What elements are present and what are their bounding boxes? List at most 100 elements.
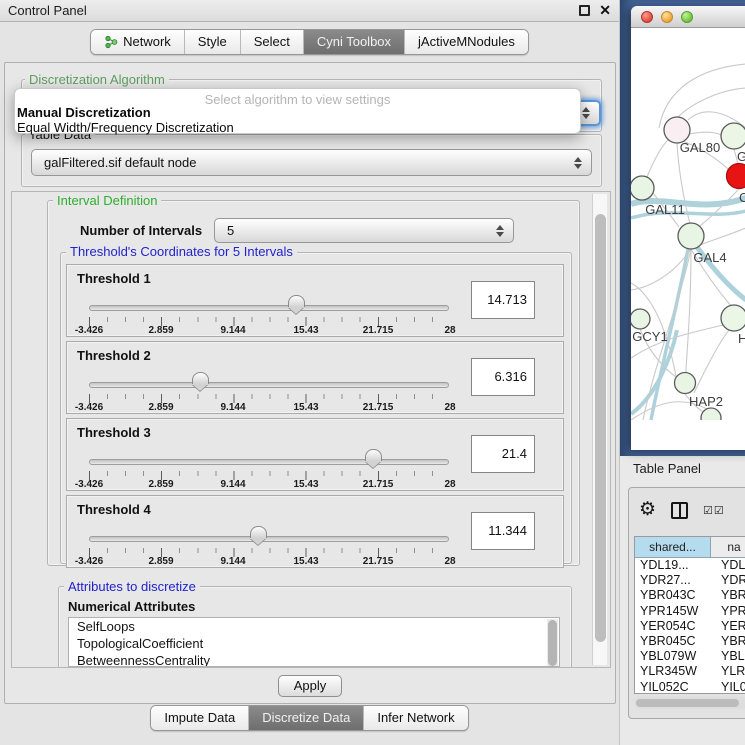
- tick-label: 15.43: [293, 325, 318, 336]
- tab-impute-data[interactable]: Impute Data: [151, 706, 249, 730]
- slider-thumb[interactable]: [288, 295, 305, 307]
- cyni-content-panel: Discretization Algorithm Select algorith…: [4, 62, 616, 704]
- tab-network[interactable]: Network: [91, 30, 185, 54]
- number-of-intervals-value: 5: [227, 223, 234, 238]
- tab-select-label: Select: [254, 34, 290, 49]
- scrollbar-thumb[interactable]: [595, 214, 606, 642]
- tab-jactivemnodules-label: jActiveMNodules: [418, 34, 515, 49]
- table-row[interactable]: YBL079W YBL0: [635, 649, 745, 664]
- cell-name: YIL0: [711, 680, 745, 695]
- mac-close-button-icon[interactable]: [641, 11, 653, 23]
- cell-shared-name: YDR27...: [635, 573, 711, 588]
- slider-thumb[interactable]: [250, 526, 267, 538]
- control-panel-titlebar: Control Panel ✕: [0, 0, 619, 22]
- column-header-name[interactable]: na: [711, 537, 745, 557]
- slider-thumb[interactable]: [192, 372, 209, 384]
- network-icon: [104, 35, 118, 49]
- table-row[interactable]: YDR27... YDR2: [635, 573, 745, 588]
- tick-label: -3.426: [75, 402, 103, 413]
- tick-label: 28: [444, 556, 455, 567]
- number-of-intervals-combobox[interactable]: 5: [214, 218, 514, 243]
- node-gal11[interactable]: [631, 176, 654, 200]
- threshold-slider[interactable]: [89, 382, 449, 388]
- cytoscape-desktop-background: GAL80 GA C GAL11 GAL4 GCY1 H HAP2: [620, 0, 745, 456]
- cell-name: YBR0: [711, 634, 745, 649]
- table-horizontal-scrollbar[interactable]: [634, 697, 745, 709]
- table-row[interactable]: YER054C YER0: [635, 619, 745, 634]
- threshold-value-field[interactable]: 6.316: [471, 358, 535, 396]
- columns-icon[interactable]: [671, 502, 688, 519]
- combo-stepper-icon: [496, 225, 504, 237]
- node-gcy1[interactable]: [631, 309, 650, 329]
- mac-zoom-button-icon[interactable]: [681, 11, 693, 23]
- label-gcy1: GCY1: [632, 329, 667, 344]
- tab-jactivemnodules[interactable]: jActiveMNodules: [405, 30, 528, 54]
- tick-label: -3.426: [75, 556, 103, 567]
- scrollbar-thumb[interactable]: [636, 699, 739, 707]
- table-data-value: galFiltered.sif default node: [44, 155, 196, 170]
- cell-name: YER0: [711, 619, 745, 634]
- threshold-value-field[interactable]: 14.713: [471, 281, 535, 319]
- gear-icon[interactable]: ⚙: [639, 500, 656, 520]
- tab-discretize-data[interactable]: Discretize Data: [249, 706, 364, 730]
- tick-label: 9.144: [220, 479, 245, 490]
- mac-minimize-button-icon[interactable]: [661, 11, 673, 23]
- threshold-value-field[interactable]: 21.4: [471, 435, 535, 473]
- node-bottom-partial[interactable]: [701, 408, 721, 420]
- threshold-slider[interactable]: [89, 536, 449, 542]
- label-gal11: GAL11: [645, 202, 685, 217]
- slider-thumb[interactable]: [365, 449, 382, 461]
- table-row[interactable]: YLR345W YLR3: [635, 664, 745, 679]
- threshold-value-field[interactable]: 11.344: [471, 512, 535, 550]
- table-data-combobox[interactable]: galFiltered.sif default node: [31, 149, 592, 176]
- bottom-tabbar: Impute Data Discretize Data Infer Networ…: [0, 705, 619, 731]
- dropdown-option-manual[interactable]: Manual Discretization: [17, 105, 151, 120]
- close-icon[interactable]: ✕: [599, 5, 611, 16]
- cell-shared-name: YIL052C: [635, 680, 711, 695]
- tab-cyni-toolbox[interactable]: Cyni Toolbox: [304, 30, 405, 54]
- table-panel-title: Table Panel: [633, 461, 701, 476]
- threshold-rows: Threshold 1 -3.426 2.859 9.144 15.43 21.…: [66, 264, 564, 568]
- tab-select[interactable]: Select: [241, 30, 304, 54]
- panel-scrollbar[interactable]: [592, 194, 607, 665]
- node-hap2[interactable]: [675, 373, 696, 394]
- cell-name: YBR0: [711, 588, 745, 603]
- network-canvas[interactable]: GAL80 GA C GAL11 GAL4 GCY1 H HAP2: [631, 28, 745, 420]
- list-item[interactable]: BetweennessCentrality: [69, 652, 559, 667]
- label-gal4: GAL4: [693, 250, 726, 265]
- top-tabbar: Network Style Select Cyni Toolbox jActiv…: [0, 29, 619, 55]
- dropdown-option-equal-width[interactable]: Equal Width/Frequency Discretization: [17, 120, 234, 135]
- table-row[interactable]: YBR043C YBR0: [635, 588, 745, 603]
- select-columns-checkboxes-icon[interactable]: ☑☑: [703, 504, 725, 517]
- apply-button[interactable]: Apply: [278, 675, 342, 697]
- slider-tick-labels: -3.426 2.859 9.144 15.43 21.715 28: [89, 402, 450, 414]
- column-header-shared-name[interactable]: shared...: [635, 537, 711, 557]
- table-row[interactable]: YPR145W YPR1: [635, 604, 745, 619]
- table-row[interactable]: YIL052C YIL0: [635, 680, 745, 695]
- settings-scrollpanel: Interval Definition Number of Intervals …: [11, 191, 611, 668]
- table-row[interactable]: YBR045C YBR0: [635, 634, 745, 649]
- list-item[interactable]: TopologicalCoefficient: [69, 635, 559, 652]
- threshold-label: Threshold 2: [77, 348, 151, 363]
- node-top-right[interactable]: [721, 123, 745, 149]
- threshold-panel: Threshold 1 -3.426 2.859 9.144 15.43 21.…: [66, 264, 564, 337]
- slider-tick-labels: -3.426 2.859 9.144 15.43 21.715 28: [89, 325, 450, 337]
- float-window-icon[interactable]: [579, 5, 590, 16]
- threshold-slider[interactable]: [89, 459, 449, 465]
- node-selected-red[interactable]: [727, 164, 745, 189]
- tab-style-label: Style: [198, 34, 227, 49]
- cell-name: YLR3: [711, 664, 745, 679]
- label-gal80: GAL80: [680, 140, 720, 155]
- table-row[interactable]: YDL19... YDL1: [635, 558, 745, 573]
- tick-label: 15.43: [293, 556, 318, 567]
- threshold-slider[interactable]: [89, 305, 449, 311]
- network-view-window[interactable]: GAL80 GA C GAL11 GAL4 GCY1 H HAP2: [631, 6, 745, 450]
- tab-infer-network[interactable]: Infer Network: [364, 706, 467, 730]
- cell-shared-name: YBR043C: [635, 588, 711, 603]
- list-scrollbar[interactable]: [547, 619, 558, 667]
- node-gal4[interactable]: [678, 223, 704, 249]
- tab-style[interactable]: Style: [185, 30, 241, 54]
- threshold-panel: Threshold 2 -3.426 2.859 9.144 15.43 21.…: [66, 341, 564, 414]
- list-item[interactable]: SelfLoops: [69, 618, 559, 635]
- node-right-mid[interactable]: [721, 305, 745, 331]
